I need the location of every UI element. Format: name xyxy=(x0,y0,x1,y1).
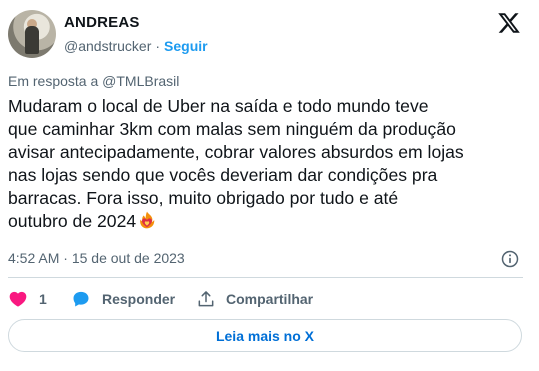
share-upload-icon xyxy=(198,291,214,307)
heart-on-fire-emoji xyxy=(140,211,155,229)
share-button[interactable]: Compartilhar xyxy=(196,289,313,309)
info-icon[interactable] xyxy=(500,249,520,269)
author-name[interactable]: ANDREAS xyxy=(64,14,140,31)
x-logo-icon[interactable] xyxy=(496,11,522,35)
speech-bubble-icon xyxy=(73,291,89,307)
tweet-embed-card: ANDREAS @andstrucker · Seguir Em resposta … xyxy=(0,0,539,371)
reply-button[interactable]: Responder xyxy=(71,289,175,309)
tweet-date[interactable]: 15 de out de 2023 xyxy=(72,250,185,266)
avatar-body-shape xyxy=(25,26,39,54)
reply-label: Responder xyxy=(102,291,176,307)
share-label: Compartilhar xyxy=(226,291,314,307)
read-more-button[interactable]: Leia mais no X xyxy=(8,319,522,352)
meta-separator: · xyxy=(63,250,68,266)
divider xyxy=(8,277,523,278)
reply-to-label: Em resposta a @TMLBrasil xyxy=(8,73,180,89)
author-handle[interactable]: @andstrucker xyxy=(64,38,151,54)
heart-icon xyxy=(9,291,27,307)
author-handle-row: @andstrucker · Seguir xyxy=(64,38,208,54)
tweet-meta: 4:52 AM · 15 de out de 2023 xyxy=(8,250,185,266)
follow-link[interactable]: Seguir xyxy=(164,38,208,54)
like-button[interactable]: 1 xyxy=(8,289,47,309)
avatar[interactable] xyxy=(8,10,56,58)
tweet-time[interactable]: 4:52 AM xyxy=(8,250,59,266)
tweet-text: Mudaram o local de Uber na saída e todo … xyxy=(8,96,464,231)
handle-separator: · xyxy=(155,38,161,54)
like-count: 1 xyxy=(39,291,47,307)
tweet-text-container: Mudaram o local de Uber na saída e todo … xyxy=(8,95,528,233)
